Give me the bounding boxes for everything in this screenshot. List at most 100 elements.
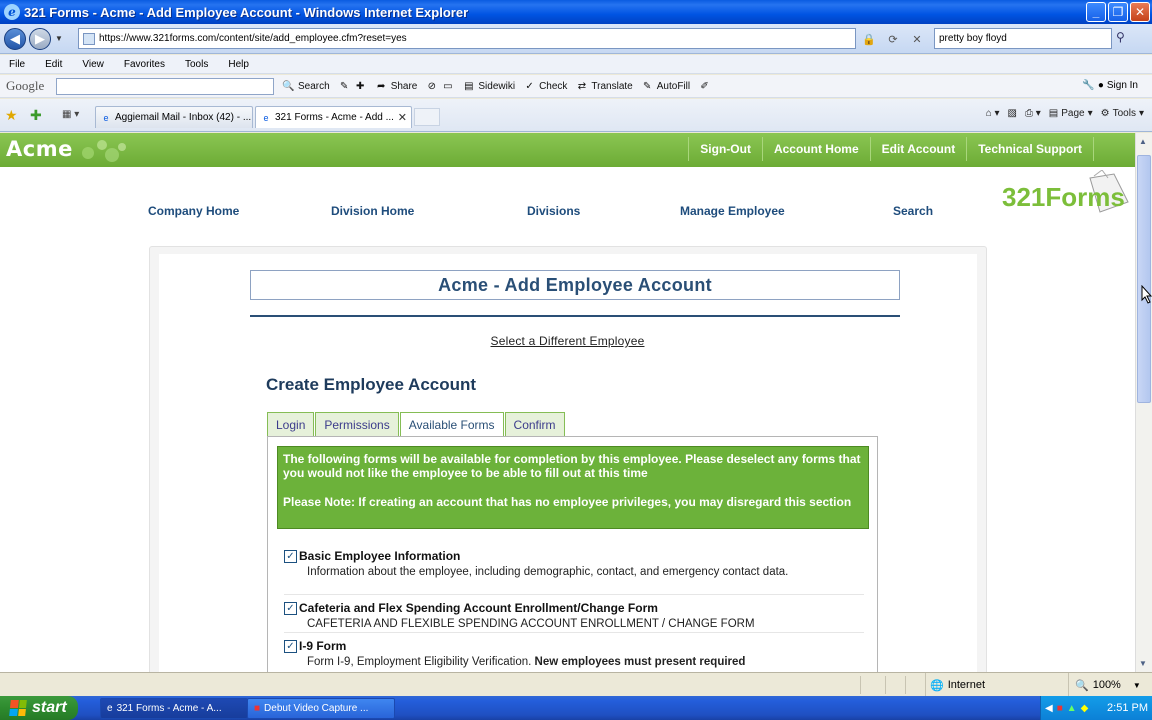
autofill-icon: ✎ <box>643 80 652 92</box>
nav-company-home[interactable]: Company Home <box>148 204 239 218</box>
print-icon[interactable]: ⎙ ▾ <box>1025 108 1041 119</box>
menu-tools[interactable]: Tools <box>185 59 216 70</box>
recent-pages-dropdown-icon[interactable]: ▼ <box>55 34 63 43</box>
taskbar-item-ie[interactable]: e 321 Forms - Acme - A... <box>100 698 248 719</box>
taskbar-item-debut[interactable]: ■ Debut Video Capture ... <box>247 698 395 719</box>
scroll-up-icon[interactable]: ▲ <box>1139 137 1147 146</box>
stop-icon[interactable]: ✕ <box>908 30 926 48</box>
share-button[interactable]: ➦ Share <box>375 80 417 93</box>
tab-aggiemail[interactable]: e Aggiemail Mail - Inbox (42) - ... <box>95 106 253 128</box>
check-button[interactable]: ✓ Check <box>523 80 567 93</box>
home-icon[interactable]: ⌂ ▾ <box>986 108 1000 119</box>
section-title: Create Employee Account <box>266 375 477 394</box>
sidewiki-button[interactable]: ▤ Sidewiki <box>462 80 515 93</box>
lock-icon[interactable]: 🔒 <box>860 30 878 48</box>
tab-confirm[interactable]: Confirm <box>504 412 565 437</box>
security-zone[interactable]: 🌐 Internet <box>925 673 985 697</box>
zoom-icon: 🔍 <box>1075 679 1089 692</box>
ie-icon: e <box>107 703 113 714</box>
toolbar-misc-buttons[interactable]: ⊘ ▭ <box>425 80 454 93</box>
account-home-link[interactable]: Account Home <box>761 137 870 161</box>
sign-in-button[interactable]: 🔧 ● Sign In <box>1082 80 1138 91</box>
tab-permissions[interactable]: Permissions <box>315 412 399 437</box>
tab-available-forms[interactable]: Available Forms <box>399 412 504 437</box>
checkbox-basic-info[interactable]: ✓ <box>284 550 297 563</box>
menu-help[interactable]: Help <box>228 59 257 70</box>
menu-view[interactable]: View <box>82 59 112 70</box>
window-title: 321 Forms - Acme - Add Employee Account … <box>24 4 469 20</box>
sign-out-link[interactable]: Sign-Out <box>688 137 762 161</box>
menu-file[interactable]: File <box>9 59 33 70</box>
menu-edit[interactable]: Edit <box>45 59 70 70</box>
clock[interactable]: 2:51 PM <box>1107 702 1148 714</box>
tab-321forms[interactable]: e 321 Forms - Acme - Add ... ✕ <box>255 106 412 128</box>
tray-arrow-icon[interactable]: ◀ <box>1045 703 1053 714</box>
toolbar-extra-buttons[interactable]: ✎ ✚ <box>338 80 367 93</box>
scrollbar-thumb[interactable] <box>1137 155 1151 403</box>
windows-logo-icon <box>9 700 27 716</box>
window-title-bar[interactable]: e 321 Forms - Acme - Add Employee Accoun… <box>0 0 1152 24</box>
new-tab-button[interactable] <box>414 108 440 126</box>
tray-shield-icon[interactable]: ◆ <box>1081 703 1089 714</box>
site-logo[interactable]: Acme <box>6 137 73 161</box>
close-button[interactable]: ✕ <box>1130 2 1150 22</box>
minimize-button[interactable]: _ <box>1086 2 1106 22</box>
back-button[interactable]: ◀ <box>4 27 26 50</box>
highlight-icon[interactable]: ✐ <box>698 80 711 93</box>
zoom-level[interactable]: 🔍 100% ▼ <box>1068 673 1141 697</box>
form-name: Cafeteria and Flex Spending Account Enro… <box>299 601 658 615</box>
edit-account-link[interactable]: Edit Account <box>869 137 967 161</box>
close-tab-icon[interactable]: ✕ <box>398 111 407 124</box>
menu-bar: File Edit View Favorites Tools Help <box>0 55 1152 74</box>
chevron-down-icon: ▼ <box>1132 680 1141 690</box>
select-different-employee-link: Select a Different Employee <box>490 334 645 348</box>
checkbox-cafeteria[interactable]: ✓ <box>284 602 297 615</box>
nav-division-home[interactable]: Division Home <box>331 204 414 218</box>
vertical-scrollbar[interactable]: ▲ ▼ <box>1135 133 1152 672</box>
favorites-star-icon[interactable]: ★ <box>5 107 18 124</box>
scroll-down-icon[interactable]: ▼ <box>1139 659 1147 668</box>
technical-support-link[interactable]: Technical Support <box>966 137 1094 161</box>
address-input[interactable]: https://www.321forms.com/content/site/ad… <box>78 28 856 49</box>
start-button[interactable]: start <box>0 696 78 720</box>
google-search-button[interactable]: 🔍 Search <box>282 80 329 93</box>
checkbox-i9[interactable]: ✓ <box>284 640 297 653</box>
tray-network-icon[interactable]: ▲ <box>1067 703 1077 714</box>
form-item-cafeteria: ✓ Cafeteria and Flex Spending Account En… <box>284 601 864 633</box>
autofill-button[interactable]: ✎ AutoFill <box>641 80 690 93</box>
add-favorites-icon[interactable]: ✚ <box>30 107 42 124</box>
nav-divisions[interactable]: Divisions <box>527 204 580 218</box>
google-logo: Google <box>6 78 45 93</box>
maximize-button[interactable]: ❐ <box>1108 2 1128 22</box>
page-menu[interactable]: ▤ Page ▾ <box>1049 108 1093 119</box>
nav-search[interactable]: Search <box>893 204 933 218</box>
notice-text: The following forms will be available fo… <box>283 452 861 480</box>
menu-favorites[interactable]: Favorites <box>124 59 173 70</box>
321forms-logo: 321Forms <box>1002 170 1129 213</box>
page-icon <box>83 32 95 45</box>
feeds-icon[interactable]: ▧ <box>1008 108 1017 119</box>
ie-page-icon: e <box>263 112 269 123</box>
search-input[interactable]: pretty boy floyd <box>934 28 1112 49</box>
forward-button[interactable]: ▶ <box>29 27 51 50</box>
tray-app-icon[interactable]: ■ <box>1057 703 1063 714</box>
nav-manage-employee[interactable]: Manage Employee <box>680 204 785 218</box>
form-description: Information about the employee, includin… <box>307 566 789 578</box>
form-name: I-9 Form <box>299 639 347 653</box>
logo-dots-decoration <box>82 140 126 162</box>
search-icon[interactable]: ⚲ <box>1116 30 1125 44</box>
instructions-notice: The following forms will be available fo… <box>277 446 869 529</box>
window-icon: ▭ <box>443 80 453 92</box>
form-name: Basic Employee Information <box>299 549 461 563</box>
mouse-cursor-icon <box>1141 285 1152 304</box>
sidewiki-icon: ▤ <box>464 80 474 92</box>
google-search-input[interactable] <box>56 77 274 95</box>
tools-menu[interactable]: ⚙ Tools ▾ <box>1101 108 1144 119</box>
refresh-icon[interactable]: ⟳ <box>884 30 902 48</box>
quick-tabs-icon[interactable]: ▦ ▾ <box>62 109 79 120</box>
translate-button[interactable]: ⇄ Translate <box>575 80 633 93</box>
page-title: Acme - Add Employee Account <box>250 270 900 300</box>
form-tabs: Login Permissions Available Forms Confir… <box>267 412 566 437</box>
tab-login[interactable]: Login <box>267 412 315 437</box>
video-capture-icon: ■ <box>254 703 261 714</box>
